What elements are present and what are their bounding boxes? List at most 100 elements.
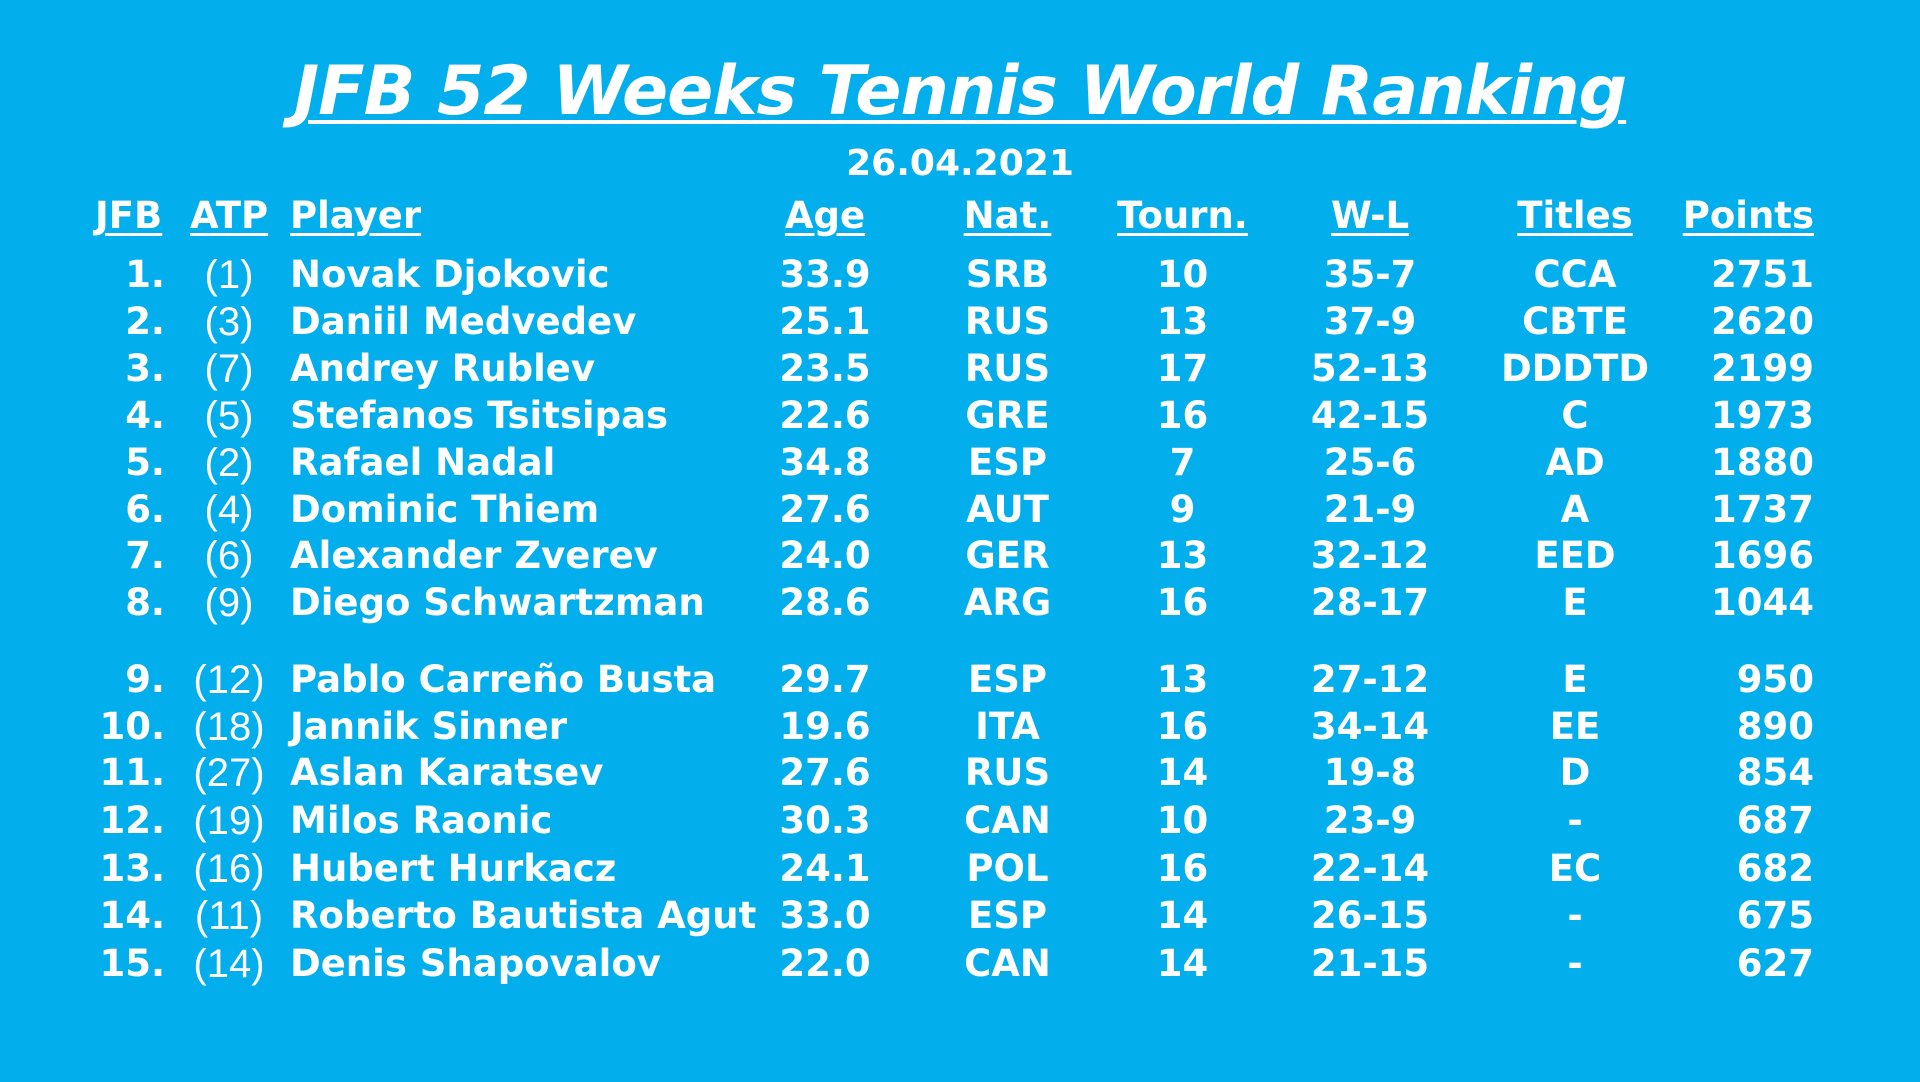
- cell-titles: AD: [1545, 441, 1605, 484]
- cell-age: 29.7: [779, 658, 871, 701]
- cell-titles: DDDTD: [1500, 347, 1650, 390]
- cell-wl: 27-12: [1310, 658, 1430, 701]
- cell-titles: EC: [1548, 847, 1602, 890]
- column-header-atp: ATP: [190, 194, 269, 237]
- cell-atp: (4): [204, 488, 254, 532]
- cell-tourn: 17: [1156, 347, 1209, 390]
- column-header-points: Points: [1682, 194, 1814, 237]
- cell-atp: (7): [204, 347, 254, 391]
- cell-points: 687: [1736, 799, 1814, 842]
- cell-nat: ARG: [963, 581, 1052, 624]
- cell-nat: AUT: [966, 488, 1049, 531]
- cell-tourn: 16: [1156, 705, 1209, 748]
- cell-wl: 25-6: [1323, 441, 1417, 484]
- cell-atp: (16): [193, 847, 265, 891]
- cell-tourn: 7: [1169, 441, 1196, 484]
- cell-nat: ITA: [975, 705, 1040, 748]
- cell-points: 682: [1736, 847, 1814, 890]
- cell-points: 627: [1736, 942, 1814, 985]
- cell-titles: CCA: [1533, 253, 1617, 296]
- cell-wl: 32-12: [1310, 534, 1430, 577]
- column-header-player: Player: [290, 194, 422, 237]
- cell-jfb: 13.: [99, 847, 165, 890]
- cell-age: 34.8: [779, 441, 871, 484]
- cell-tourn: 13: [1156, 534, 1209, 577]
- cell-nat: RUS: [964, 300, 1051, 343]
- cell-tourn: 14: [1156, 894, 1209, 937]
- cell-age: 28.6: [779, 581, 871, 624]
- cell-player: Aslan Karatsev: [290, 751, 604, 794]
- cell-titles: CBTE: [1522, 300, 1628, 343]
- cell-player: Diego Schwartzman: [290, 581, 705, 624]
- cell-points: 2199: [1711, 347, 1814, 390]
- cell-age: 33.0: [779, 894, 871, 937]
- cell-age: 19.6: [779, 705, 871, 748]
- cell-jfb: 12.: [99, 799, 165, 842]
- cell-atp: (18): [193, 705, 265, 749]
- column-header-age: Age: [784, 194, 866, 237]
- cell-wl: 52-13: [1310, 347, 1430, 390]
- cell-jfb: 5.: [125, 441, 165, 484]
- cell-nat: GER: [965, 534, 1050, 577]
- cell-wl: 23-9: [1323, 799, 1417, 842]
- cell-wl: 26-15: [1310, 894, 1430, 937]
- cell-age: 27.6: [779, 488, 871, 531]
- cell-wl: 21-15: [1310, 942, 1430, 985]
- cell-age: 25.1: [779, 300, 871, 343]
- cell-wl: 34-14: [1310, 705, 1430, 748]
- cell-player: Hubert Hurkacz: [290, 847, 617, 890]
- cell-points: 950: [1736, 658, 1814, 701]
- cell-nat: CAN: [964, 942, 1051, 985]
- cell-atp: (3): [204, 300, 254, 344]
- cell-titles: E: [1562, 581, 1588, 624]
- cell-jfb: 2.: [125, 300, 165, 343]
- cell-age: 27.6: [779, 751, 871, 794]
- cell-titles: -: [1567, 942, 1583, 985]
- cell-jfb: 9.: [125, 658, 165, 701]
- cell-jfb: 3.: [125, 347, 165, 390]
- cell-titles: -: [1567, 799, 1583, 842]
- column-header-wl: W-L: [1330, 194, 1410, 237]
- cell-points: 1737: [1711, 488, 1814, 531]
- cell-atp: (19): [193, 799, 265, 843]
- cell-jfb: 6.: [125, 488, 165, 531]
- cell-points: 1973: [1711, 394, 1814, 437]
- cell-titles: D: [1559, 751, 1591, 794]
- cell-player: Alexander Zverev: [290, 534, 658, 577]
- cell-player: Roberto Bautista Agut: [290, 894, 757, 937]
- cell-nat: CAN: [964, 799, 1051, 842]
- cell-jfb: 15.: [99, 942, 165, 985]
- cell-jfb: 1.: [125, 253, 165, 296]
- cell-player: Rafael Nadal: [290, 441, 556, 484]
- cell-nat: ESP: [967, 894, 1048, 937]
- cell-atp: (9): [204, 581, 254, 625]
- cell-tourn: 16: [1156, 847, 1209, 890]
- cell-wl: 19-8: [1323, 751, 1417, 794]
- cell-wl: 42-15: [1310, 394, 1430, 437]
- cell-atp: (1): [204, 253, 254, 297]
- cell-nat: ESP: [967, 658, 1048, 701]
- cell-points: 1044: [1711, 581, 1814, 624]
- column-header-titles: Titles: [1517, 194, 1633, 237]
- cell-jfb: 11.: [99, 751, 165, 794]
- cell-jfb: 10.: [99, 705, 165, 748]
- cell-age: 23.5: [779, 347, 871, 390]
- page-title: JFB 52 Weeks Tennis World Ranking: [293, 52, 1627, 131]
- cell-tourn: 13: [1156, 658, 1209, 701]
- cell-titles: A: [1560, 488, 1590, 531]
- cell-wl: 35-7: [1323, 253, 1417, 296]
- cell-points: 890: [1736, 705, 1814, 748]
- cell-player: Stefanos Tsitsipas: [290, 394, 669, 437]
- column-header-tourn: Tourn.: [1117, 194, 1248, 237]
- cell-atp: (27): [193, 751, 265, 795]
- cell-tourn: 10: [1156, 253, 1209, 296]
- cell-points: 1880: [1711, 441, 1814, 484]
- cell-nat: RUS: [964, 751, 1051, 794]
- ranking-date: 26.04.2021: [846, 143, 1074, 184]
- cell-tourn: 10: [1156, 799, 1209, 842]
- cell-age: 22.0: [779, 942, 871, 985]
- cell-player: Milos Raonic: [290, 799, 553, 842]
- cell-age: 22.6: [779, 394, 871, 437]
- cell-jfb: 14.: [99, 894, 165, 937]
- cell-titles: EED: [1534, 534, 1616, 577]
